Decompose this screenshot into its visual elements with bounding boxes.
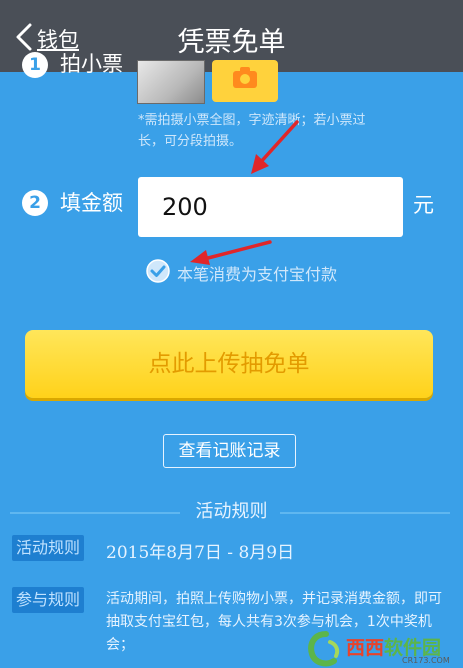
step-2-number: 2 — [22, 190, 48, 216]
participation-tag: 参与规则 — [12, 587, 85, 613]
upload-draw-button[interactable]: 点此上传抽免单 — [25, 330, 433, 398]
cr173-logo-icon — [308, 631, 340, 667]
period-tag: 活动规则 — [12, 535, 85, 561]
annotation-arrow-icon — [251, 120, 299, 174]
annotation-arrow-icon — [190, 240, 272, 265]
step-2-label: 填金额 — [60, 191, 123, 215]
rules-heading: 活动规则 — [195, 501, 268, 522]
amount-input[interactable]: 200 — [138, 177, 403, 237]
camera-icon — [233, 67, 257, 88]
view-ledger-button[interactable]: 查看记账记录 — [163, 434, 296, 468]
camera-button[interactable] — [212, 60, 278, 102]
watermark-domain: CR173.COM — [402, 656, 450, 665]
activity-period: 2015年8月7日 - 8月9日 — [106, 543, 295, 563]
step-1-label: 拍小票 — [60, 52, 123, 76]
divider — [280, 512, 450, 514]
receipt-thumbnail[interactable] — [137, 60, 205, 104]
checkmark-circle-icon[interactable] — [145, 258, 171, 284]
step-1-number: 1 — [22, 52, 48, 78]
watermark: 西西软件园 CR173.COM — [306, 630, 463, 668]
currency-unit: 元 — [413, 193, 434, 217]
